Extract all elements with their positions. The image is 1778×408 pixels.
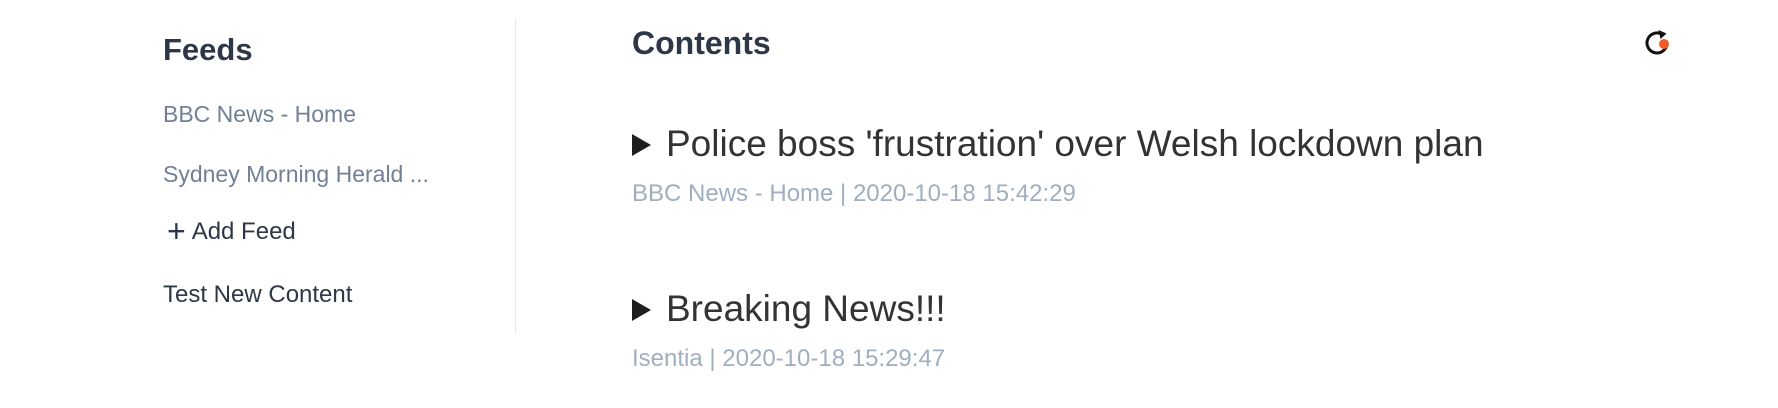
add-feed-label: Add Feed (191, 218, 296, 245)
add-feed-button[interactable]: + Add Feed (167, 213, 296, 249)
entry-title: Breaking News!!! (666, 288, 946, 329)
contents-heading: Contents (632, 25, 771, 61)
entry-meta: BBC News - Home | 2020-10-18 15:42:29 (632, 180, 1076, 207)
plus-icon: + (167, 213, 186, 249)
entry-meta: Isentia | 2020-10-18 15:29:47 (632, 345, 946, 372)
entry-summary[interactable]: Police boss 'frustration' over Welsh loc… (632, 120, 1484, 168)
refresh-button[interactable] (1640, 26, 1674, 60)
notification-dot (1659, 39, 1669, 49)
test-new-content-button[interactable]: Test New Content (163, 279, 352, 311)
sidebar: Feeds BBC News - Home Sydney Morning Her… (163, 0, 515, 333)
disclosure-triangle-icon (632, 134, 651, 156)
content-entry: Police boss 'frustration' over Welsh loc… (632, 120, 1484, 210)
feed-item[interactable]: BBC News - Home (163, 99, 356, 129)
entry-title: Police boss 'frustration' over Welsh loc… (666, 123, 1484, 164)
refresh-icon (1645, 30, 1669, 55)
feeds-heading: Feeds (163, 32, 253, 67)
sidebar-divider (515, 20, 516, 332)
feed-item[interactable]: Sydney Morning Herald ... (163, 159, 429, 189)
entry-summary[interactable]: Breaking News!!! (632, 285, 946, 333)
app: Feeds BBC News - Home Sydney Morning Her… (0, 0, 1778, 408)
disclosure-triangle-icon (632, 299, 651, 321)
content-entry: Breaking News!!! Isentia | 2020-10-18 15… (632, 285, 946, 375)
main-content: Contents Police boss 'frustration' over … (632, 0, 1682, 408)
